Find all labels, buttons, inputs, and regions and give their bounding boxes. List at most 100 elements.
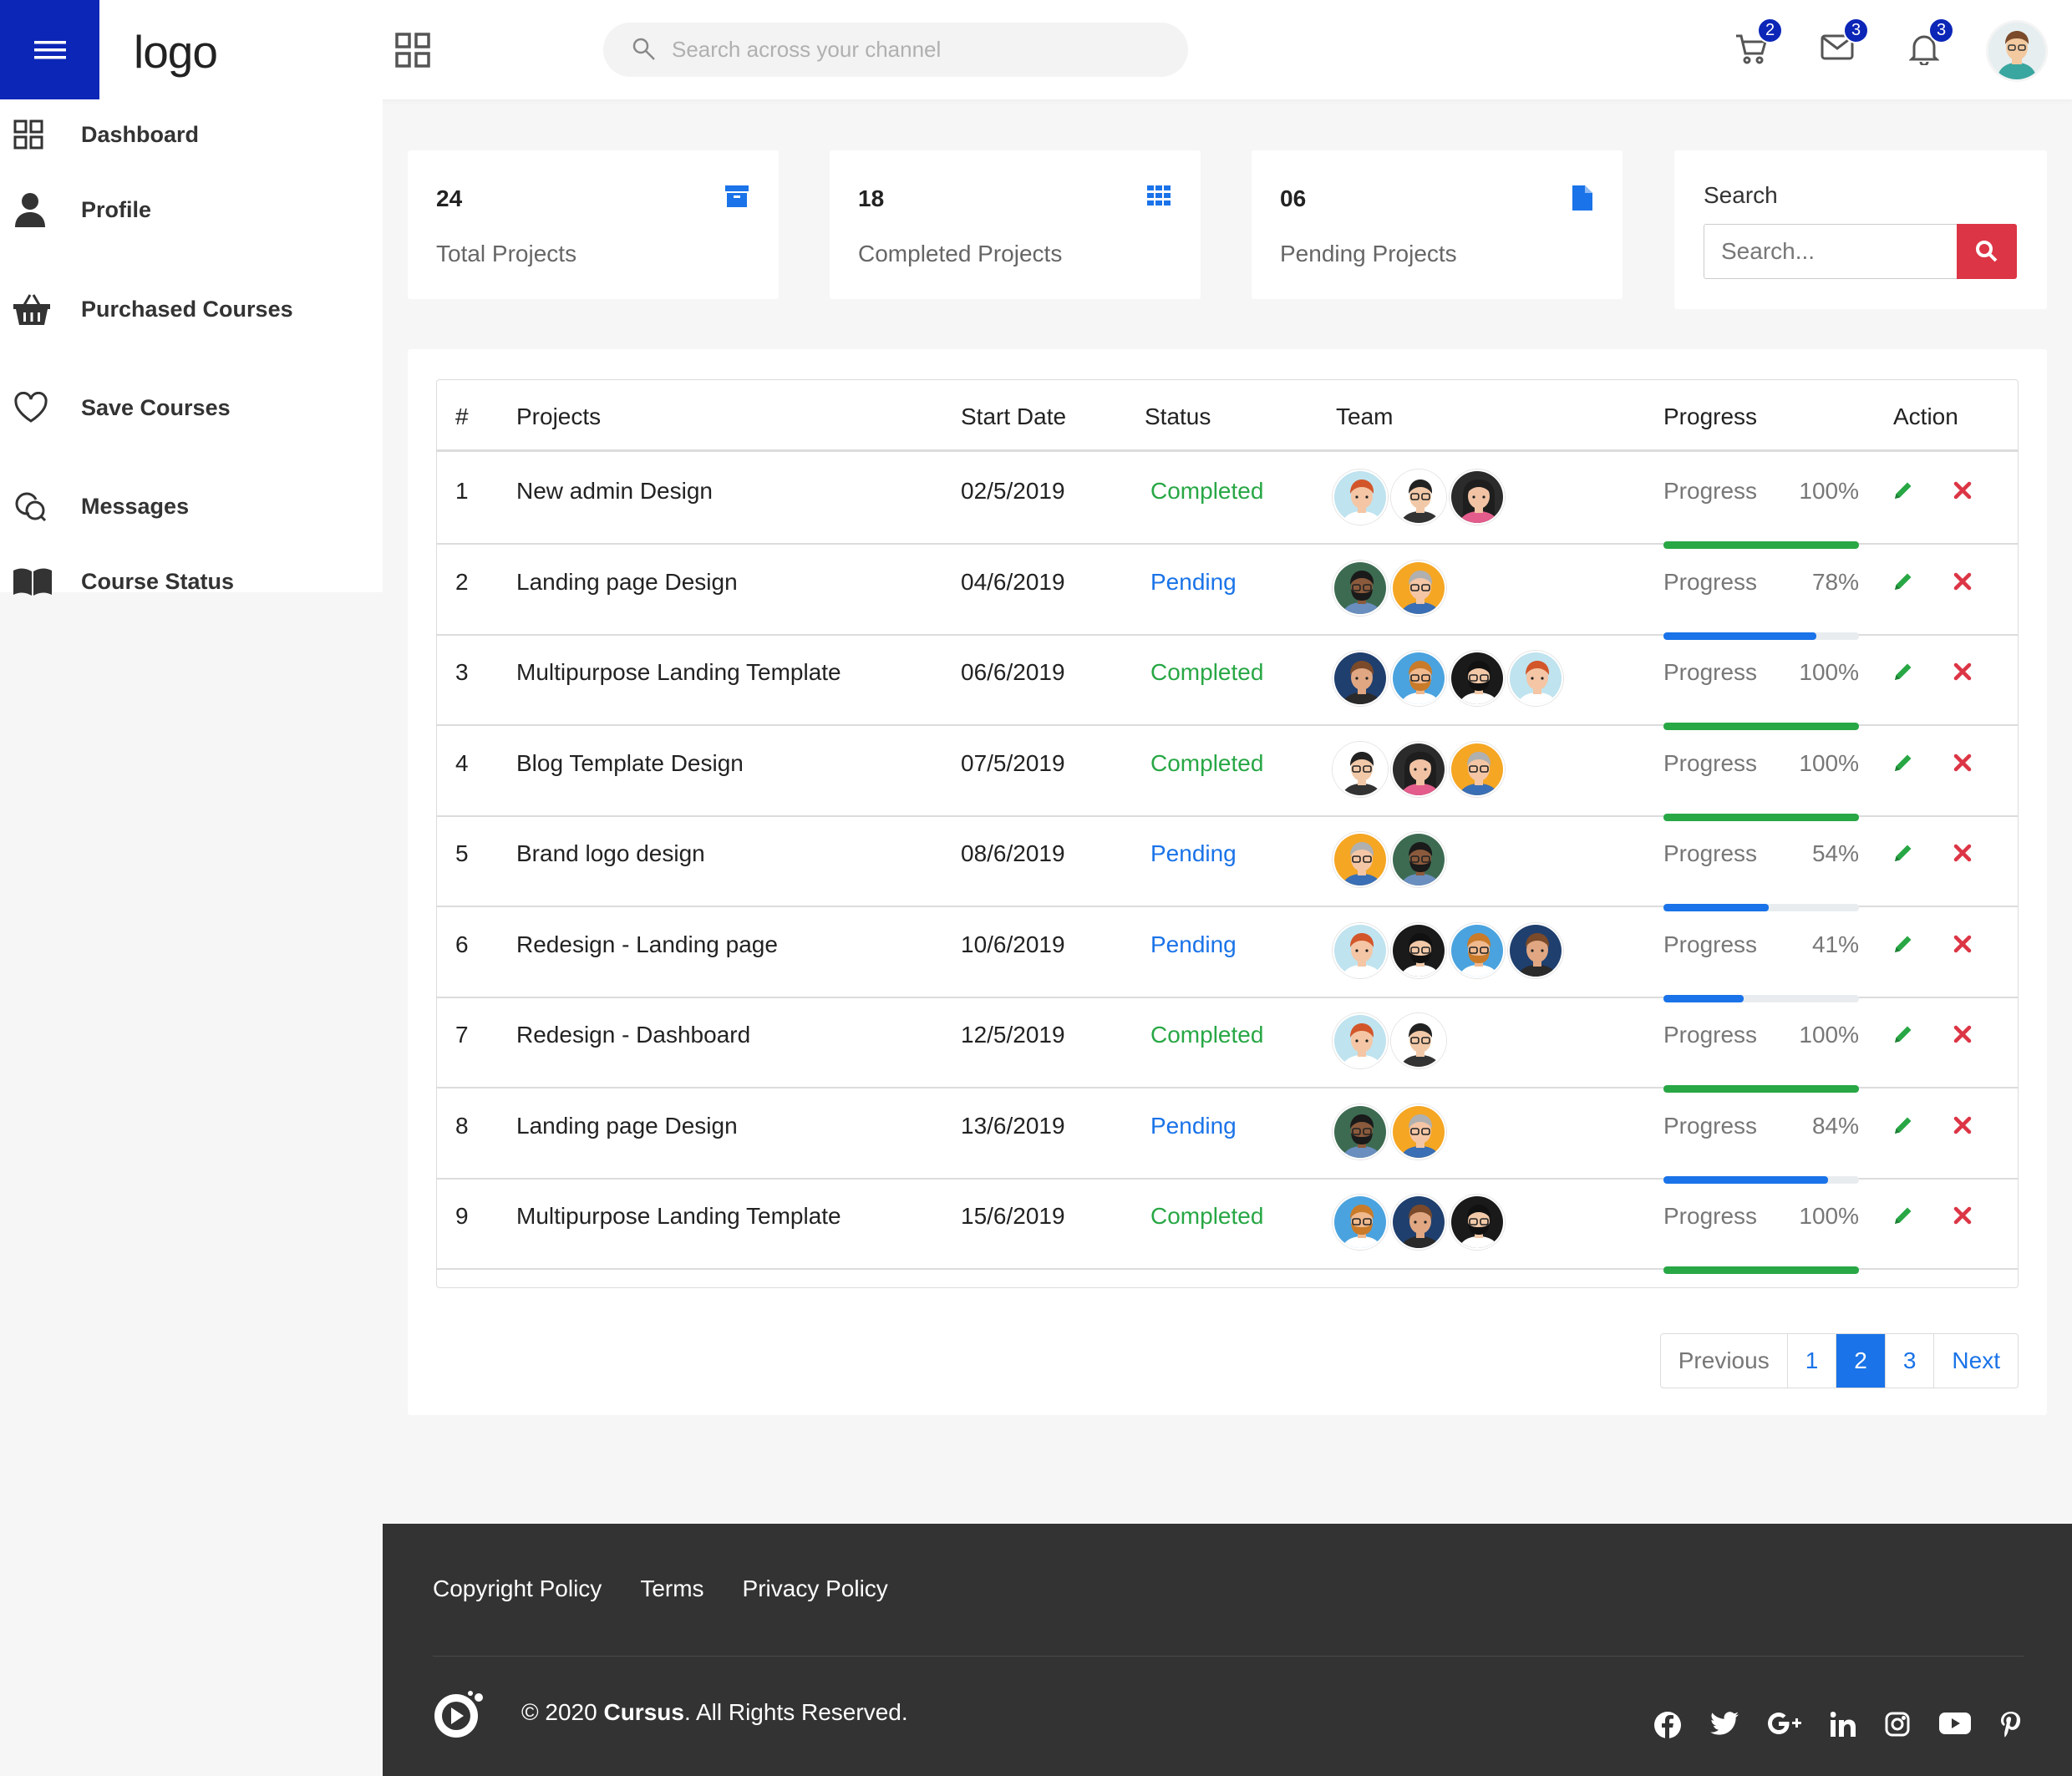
- column-header-number: #: [455, 403, 469, 429]
- pagination-next[interactable]: Next: [1934, 1334, 2018, 1388]
- team-member-avatar[interactable]: [1391, 469, 1446, 525]
- team-member-avatar[interactable]: [1450, 922, 1505, 978]
- team-member-avatar[interactable]: [1333, 1195, 1388, 1250]
- team-avatars: [1333, 469, 1508, 525]
- progress-label: Progress: [1663, 1022, 1758, 1048]
- team-member-avatar[interactable]: [1391, 832, 1446, 887]
- team-member-avatar[interactable]: [1333, 651, 1388, 706]
- copyright-text: © 2020 Cursus. All Rights Reserved.: [521, 1699, 908, 1726]
- footer-link-terms[interactable]: Terms: [640, 1576, 703, 1602]
- pagination-previous[interactable]: Previous: [1661, 1334, 1788, 1388]
- edit-icon[interactable]: [1892, 933, 1914, 955]
- logo[interactable]: logo: [134, 25, 218, 79]
- delete-icon[interactable]: [1953, 572, 1972, 591]
- edit-icon[interactable]: [1892, 571, 1914, 592]
- team-member-avatar[interactable]: [1508, 651, 1563, 706]
- team-member-avatar[interactable]: [1450, 741, 1505, 797]
- delete-icon[interactable]: [1953, 935, 1972, 953]
- edit-icon[interactable]: [1892, 480, 1914, 501]
- delete-icon[interactable]: [1953, 481, 1972, 500]
- notification-button[interactable]: 3: [1909, 18, 1954, 65]
- status-label: Completed: [1150, 478, 1264, 504]
- menu-toggle-button[interactable]: [0, 0, 99, 99]
- delete-icon[interactable]: [1953, 844, 1972, 862]
- team-member-avatar[interactable]: [1333, 560, 1388, 616]
- team-member-avatar[interactable]: [1333, 469, 1388, 525]
- youtube-icon[interactable]: [1939, 1712, 1971, 1735]
- team-member-avatar[interactable]: [1333, 1104, 1388, 1159]
- search-submit-button[interactable]: [1957, 224, 2017, 279]
- team-member-avatar[interactable]: [1508, 922, 1563, 978]
- facebook-icon[interactable]: [1654, 1712, 1681, 1738]
- project-name[interactable]: Multipurpose Landing Template: [516, 659, 841, 686]
- delete-icon[interactable]: [1953, 662, 1972, 681]
- cart-button[interactable]: 2: [1734, 18, 1783, 65]
- pagination-page-3[interactable]: 3: [1886, 1334, 1935, 1388]
- edit-icon[interactable]: [1892, 1023, 1914, 1045]
- project-name[interactable]: Multipurpose Landing Template: [516, 1203, 841, 1230]
- team-member-avatar[interactable]: [1450, 469, 1505, 525]
- team-member-avatar[interactable]: [1450, 651, 1505, 706]
- project-name[interactable]: Landing page Design: [516, 1113, 738, 1139]
- team-member-avatar[interactable]: [1333, 1013, 1388, 1068]
- cursus-logo-icon[interactable]: [433, 1691, 485, 1739]
- start-date: 10/6/2019: [961, 931, 1065, 957]
- team-member-avatar[interactable]: [1391, 741, 1446, 797]
- twitter-icon[interactable]: [1710, 1712, 1739, 1735]
- team-member-avatar[interactable]: [1333, 832, 1388, 887]
- sidebar-item-save-courses[interactable]: Save Courses: [0, 383, 383, 433]
- row-number: 4: [455, 749, 469, 776]
- table-row: 9 Multipurpose Landing Template 15/6/2019 C…: [437, 1180, 2018, 1274]
- delete-icon[interactable]: [1953, 1116, 1972, 1134]
- project-name[interactable]: Redesign - Dashboard: [516, 1022, 750, 1048]
- mail-button[interactable]: 3: [1821, 18, 1869, 62]
- pagination-page-1[interactable]: 1: [1788, 1334, 1837, 1388]
- team-avatars: [1333, 922, 1567, 978]
- pagination-page-2[interactable]: 2: [1836, 1334, 1886, 1388]
- channel-search-input[interactable]: [672, 23, 1156, 77]
- team-member-avatar[interactable]: [1333, 741, 1388, 797]
- apps-grid-button[interactable]: [395, 33, 430, 68]
- footer-link-copyright-policy[interactable]: Copyright Policy: [433, 1576, 602, 1602]
- team-member-avatar[interactable]: [1450, 1195, 1505, 1250]
- project-search-input[interactable]: [1704, 225, 1957, 278]
- sidebar-item-profile[interactable]: Profile: [0, 185, 383, 235]
- column-header-projects: Projects: [516, 403, 602, 429]
- team-member-avatar[interactable]: [1391, 1104, 1446, 1159]
- instagram-icon[interactable]: [1885, 1712, 1910, 1737]
- pinterest-icon[interactable]: [2000, 1712, 2022, 1738]
- project-name[interactable]: New admin Design: [516, 478, 713, 505]
- linkedin-icon[interactable]: [1831, 1712, 1856, 1737]
- team-member-avatar[interactable]: [1391, 1195, 1446, 1250]
- row-number: 9: [455, 1203, 469, 1229]
- team-member-avatar[interactable]: [1391, 560, 1446, 616]
- project-search: [1704, 224, 1958, 279]
- edit-icon[interactable]: [1892, 1205, 1914, 1226]
- project-name[interactable]: Landing page Design: [516, 569, 738, 596]
- sidebar-item-dashboard[interactable]: Dashboard: [0, 109, 383, 160]
- edit-icon[interactable]: [1892, 661, 1914, 682]
- footer-link-privacy-policy[interactable]: Privacy Policy: [743, 1576, 888, 1602]
- edit-icon[interactable]: [1892, 842, 1914, 864]
- projects-table: # Projects Start Date Status Team Progre…: [436, 379, 2019, 1288]
- sidebar-item-messages[interactable]: Messages: [0, 481, 383, 531]
- google-plus-icon[interactable]: [1768, 1712, 1801, 1735]
- sidebar-item-course-status[interactable]: Course Status: [0, 556, 383, 606]
- edit-icon[interactable]: [1892, 752, 1914, 774]
- delete-icon[interactable]: [1953, 754, 1972, 772]
- team-member-avatar[interactable]: [1391, 922, 1446, 978]
- progress-label: Progress: [1663, 840, 1758, 866]
- team-avatars: [1333, 741, 1508, 797]
- sidebar-item-purchased-courses[interactable]: Purchased Courses: [0, 284, 383, 334]
- delete-icon[interactable]: [1953, 1206, 1972, 1225]
- team-member-avatar[interactable]: [1391, 1013, 1446, 1068]
- delete-icon[interactable]: [1953, 1025, 1972, 1043]
- user-avatar[interactable]: [1988, 23, 2045, 79]
- edit-icon[interactable]: [1892, 1114, 1914, 1136]
- team-member-avatar[interactable]: [1333, 922, 1388, 978]
- progress-value: 100%: [1799, 1203, 1859, 1229]
- team-member-avatar[interactable]: [1391, 651, 1446, 706]
- project-name[interactable]: Blog Template Design: [516, 750, 744, 777]
- project-name[interactable]: Redesign - Landing page: [516, 931, 778, 958]
- project-name[interactable]: Brand logo design: [516, 840, 705, 867]
